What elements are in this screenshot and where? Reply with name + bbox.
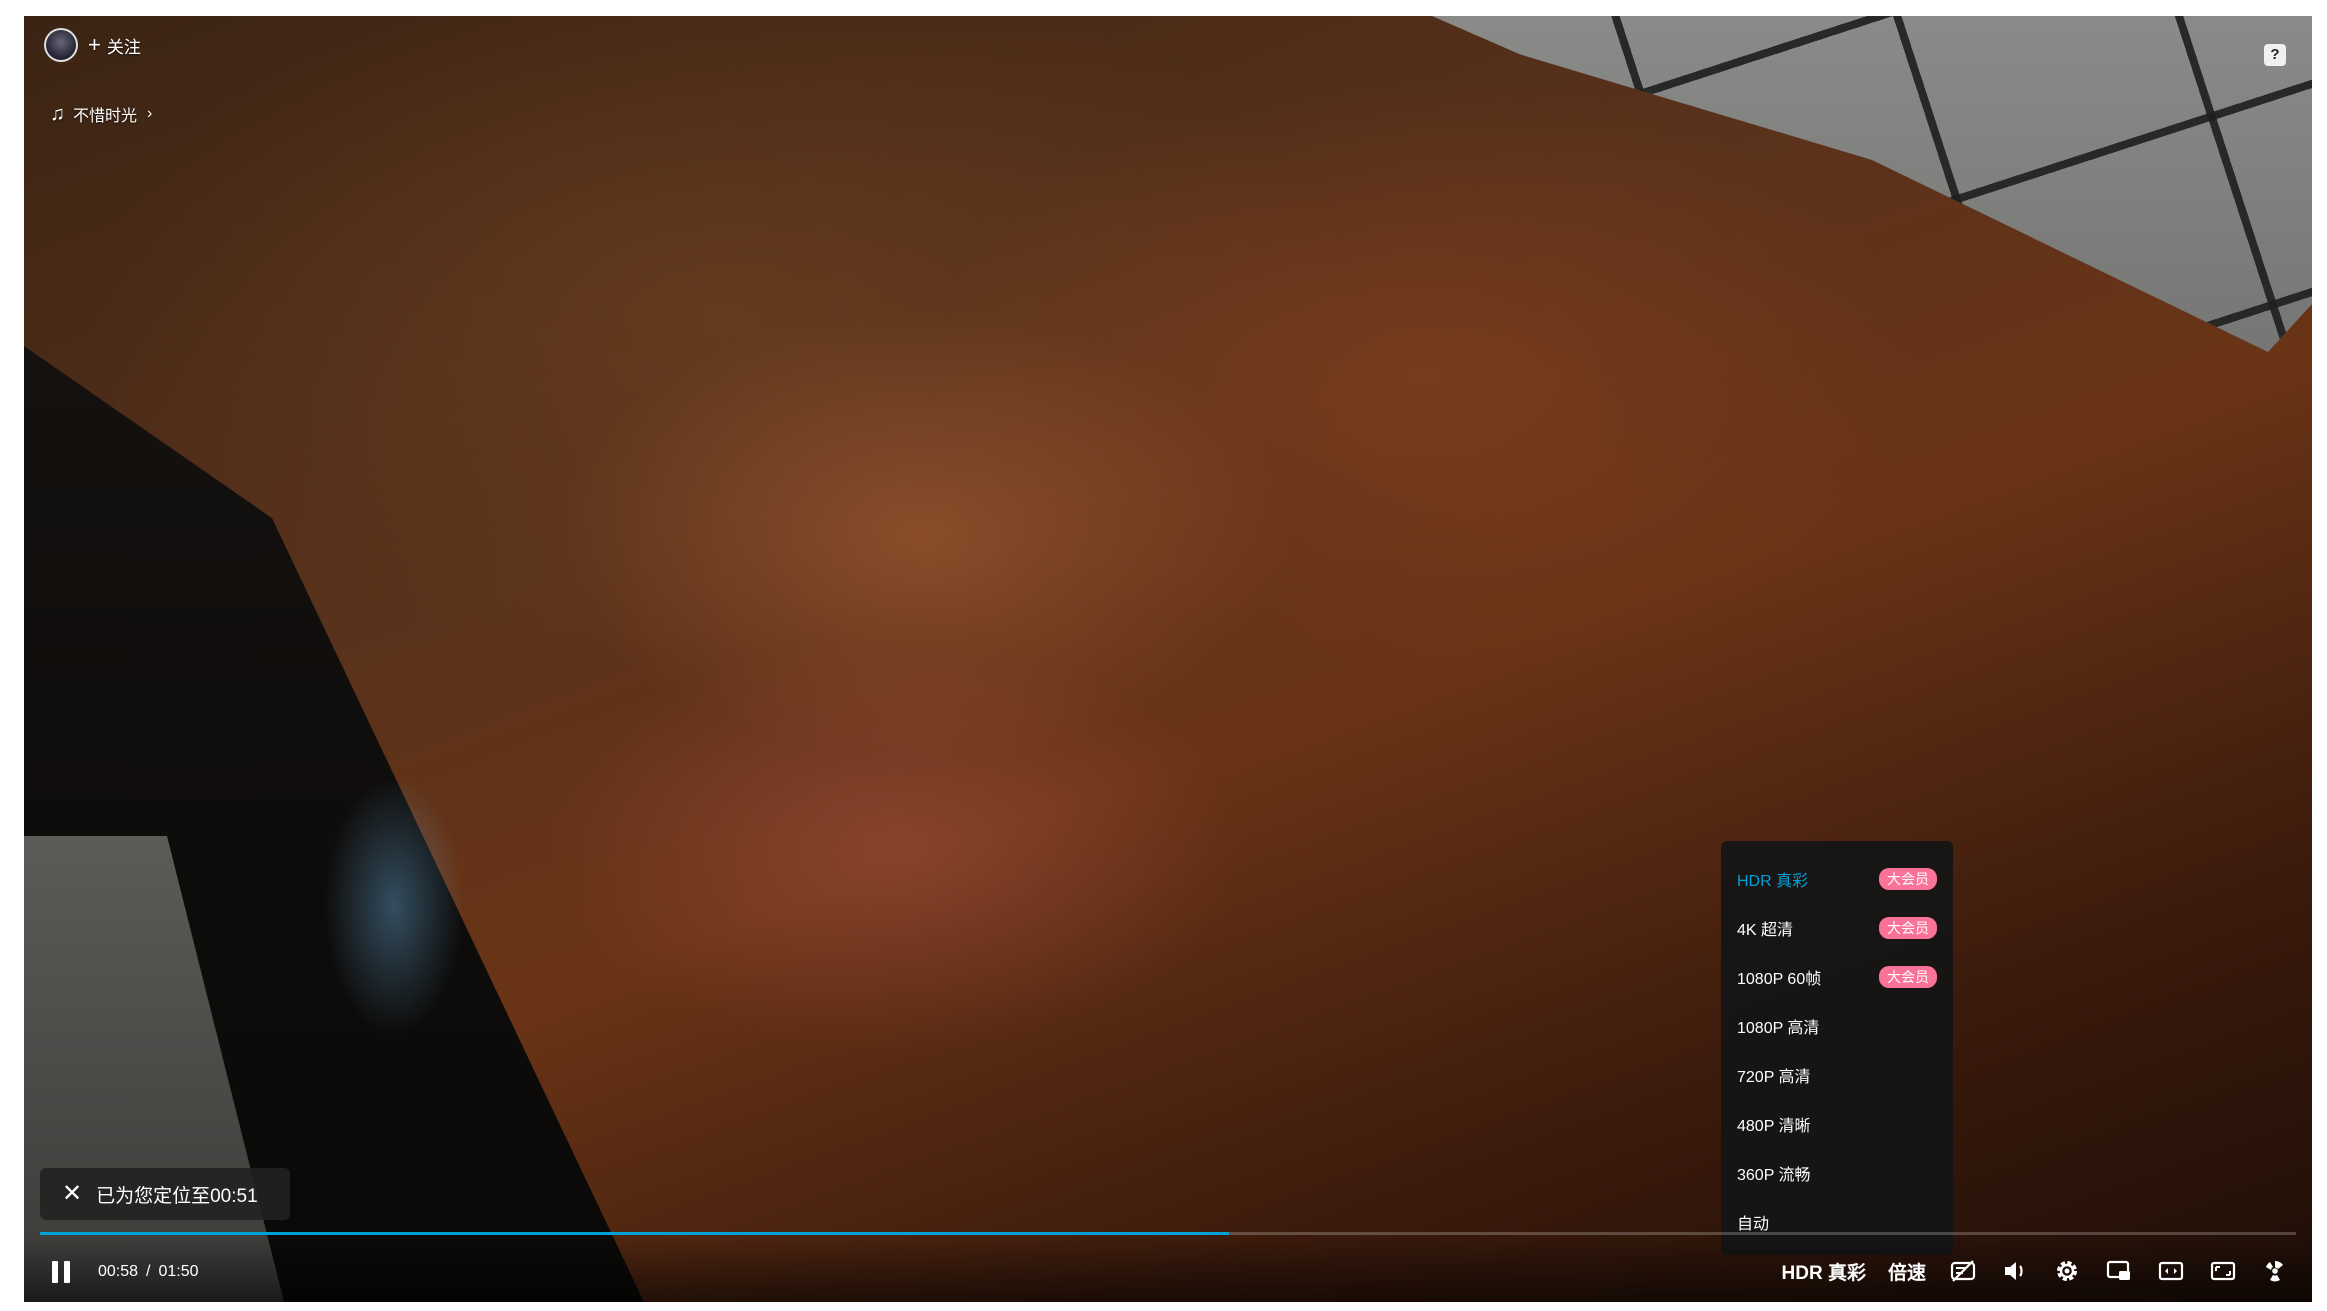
volume-icon[interactable]: [2000, 1256, 2030, 1286]
quality-option[interactable]: HDR 真彩 大会员: [1721, 854, 1953, 903]
plus-icon: +: [88, 32, 101, 57]
quality-menu: HDR 真彩 大会员 4K 超清 大会员 1080P 60帧 大会员 1080P 高清 720…: [1721, 841, 1953, 1255]
fullscreen-icon[interactable]: [2260, 1256, 2290, 1286]
sign-glow: [324, 776, 464, 1036]
pip-icon[interactable]: [2104, 1256, 2134, 1286]
background-pavement: [1432, 16, 2312, 352]
pause-icon-bar-left: [52, 1261, 58, 1283]
quality-option-label: 480P 清晰: [1737, 1117, 1811, 1135]
duration: 01:50: [158, 1263, 199, 1280]
video-frame[interactable]: [24, 16, 2312, 1302]
pause-button[interactable]: [52, 1261, 72, 1283]
progress-bar[interactable]: [40, 1232, 2296, 1235]
music-tag[interactable]: ♫ 不惜时光 ›: [50, 102, 152, 126]
danmaku-off-icon[interactable]: [1948, 1256, 1978, 1286]
uploader-info: + 关注: [44, 28, 141, 62]
light-reflection: [544, 636, 1244, 1056]
quality-option-label: HDR 真彩: [1737, 872, 1809, 890]
seek-toast: ✕ 已为您定位至00:51: [40, 1168, 290, 1220]
vip-badge: 大会员: [1879, 916, 1937, 939]
quality-option-label: 1080P 60帧: [1737, 970, 1822, 988]
quality-option[interactable]: 4K 超清 大会员: [1721, 903, 1953, 952]
vip-badge: 大会员: [1879, 867, 1937, 890]
current-time: 00:58: [98, 1263, 139, 1280]
quality-option[interactable]: 720P 高清: [1721, 1050, 1953, 1099]
music-title: 不惜时光: [73, 108, 138, 125]
time-separator: /: [146, 1263, 151, 1280]
follow-button[interactable]: + 关注: [88, 33, 141, 58]
quality-option[interactable]: 360P 流畅: [1721, 1148, 1953, 1197]
quality-button[interactable]: HDR 真彩: [1782, 1258, 1866, 1285]
quality-option[interactable]: 480P 清晰: [1721, 1099, 1953, 1148]
widescreen-icon[interactable]: [2156, 1256, 2186, 1286]
progress-fill: [40, 1232, 1229, 1235]
pause-icon-bar-right: [64, 1261, 70, 1283]
uploader-avatar[interactable]: [44, 28, 78, 62]
vip-badge: 大会员: [1879, 965, 1937, 988]
help-icon[interactable]: ?: [2264, 44, 2286, 66]
settings-icon[interactable]: [2052, 1256, 2082, 1286]
quality-option-label: 1080P 高清: [1737, 1019, 1820, 1037]
close-icon[interactable]: ✕: [62, 1182, 82, 1206]
quality-option-label: 4K 超清: [1737, 921, 1794, 939]
speed-button[interactable]: 倍速: [1888, 1258, 1926, 1285]
quality-option-label: 360P 流畅: [1737, 1166, 1811, 1184]
quality-option-label: 720P 高清: [1737, 1068, 1811, 1086]
music-note-icon: ♫: [50, 102, 65, 125]
chevron-right-icon: ›: [147, 105, 153, 122]
toast-message: 已为您定位至00:51: [96, 1185, 258, 1207]
follow-label: 关注: [106, 37, 141, 57]
quality-option-label: 自动: [1737, 1215, 1770, 1233]
quality-option[interactable]: 1080P 60帧 大会员: [1721, 952, 1953, 1001]
right-controls: HDR 真彩 倍速: [1782, 1256, 2290, 1286]
time-display: 00:58 / 01:50: [98, 1263, 199, 1281]
quality-option[interactable]: 1080P 高清: [1721, 1001, 1953, 1050]
web-fullscreen-icon[interactable]: [2208, 1256, 2238, 1286]
video-player[interactable]: + 关注 ♫ 不惜时光 › ? HDR 真彩 大会员 4K 超清 大会员 1080P 6…: [24, 16, 2312, 1302]
